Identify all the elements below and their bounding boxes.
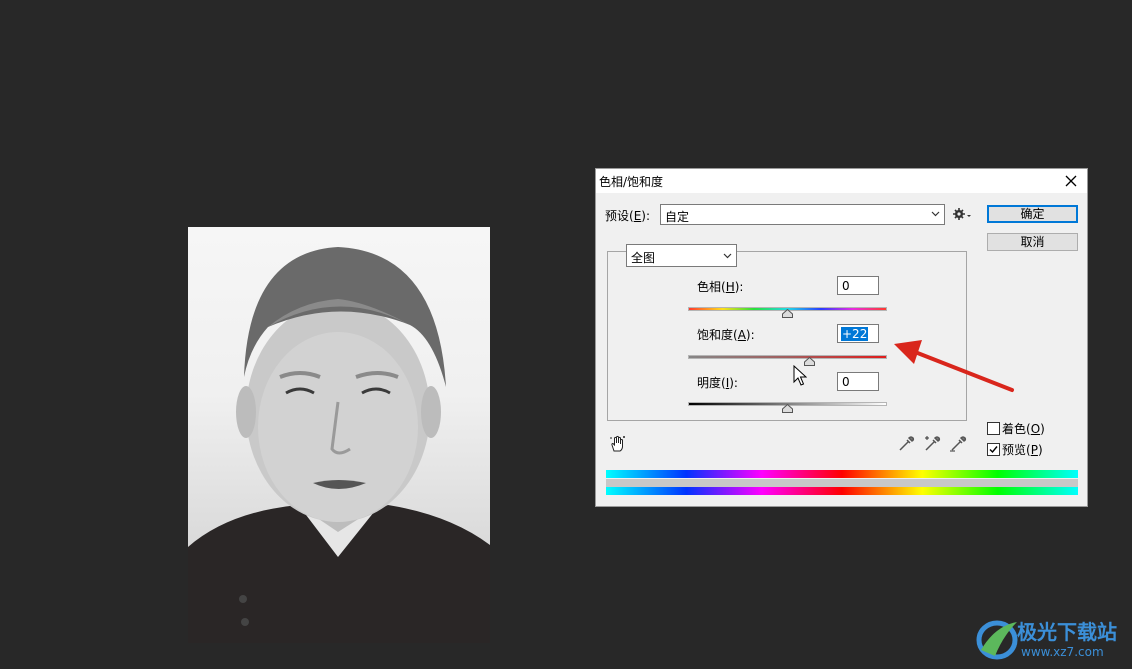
input-color-bar [606, 470, 1078, 478]
preset-value: 自定 [665, 210, 690, 224]
chevron-down-icon [723, 253, 732, 259]
chevron-down-icon [931, 211, 940, 217]
eyedropper-minus-icon[interactable] [949, 435, 967, 453]
output-color-bar [606, 487, 1078, 495]
hue-saturation-dialog: 色相/饱和度 预设(E): 自定 确定 取消 全图 色相(H): 0 饱和度(A… [595, 168, 1088, 507]
lightness-slider-thumb[interactable] [782, 404, 793, 413]
eyedropper-icon[interactable] [897, 435, 915, 453]
colorize-checkbox[interactable] [987, 422, 1000, 435]
adjustment-group [607, 251, 967, 421]
dialog-titlebar[interactable]: 色相/饱和度 [596, 169, 1087, 193]
colorize-label: 着色(O) [1002, 422, 1045, 436]
watermark: 极光下载站 www.xz7.com [975, 614, 1125, 664]
ok-button[interactable]: 确定 [987, 205, 1078, 223]
close-icon[interactable] [1061, 171, 1081, 191]
dialog-title: 色相/饱和度 [599, 175, 664, 189]
mouse-cursor-icon [793, 365, 807, 386]
color-bar-divider [606, 479, 1078, 487]
watermark-logo-icon [976, 620, 1018, 660]
hue-label: 色相(H): [697, 280, 744, 294]
saturation-slider-track[interactable] [688, 355, 887, 359]
lightness-input[interactable]: 0 [837, 372, 879, 391]
channel-value: 全图 [631, 251, 656, 265]
targeted-adjustment-hand-icon[interactable] [609, 435, 627, 453]
preset-select[interactable]: 自定 [660, 204, 945, 225]
preview-checkbox[interactable] [987, 443, 1000, 456]
saturation-input[interactable]: +22 [837, 324, 879, 343]
gear-icon[interactable] [952, 206, 972, 222]
preview-label: 预览(P) [1002, 443, 1043, 457]
cancel-button[interactable]: 取消 [987, 233, 1078, 251]
channel-select[interactable]: 全图 [626, 244, 737, 267]
hue-input[interactable]: 0 [837, 276, 879, 295]
hue-slider-thumb[interactable] [782, 309, 793, 318]
lightness-label: 明度(I): [697, 376, 738, 390]
canvas-photo [188, 227, 490, 643]
watermark-url: www.xz7.com [1021, 645, 1104, 659]
preset-label: 预设(E): [605, 209, 651, 223]
watermark-title: 极光下载站 [1017, 620, 1117, 644]
eyedropper-plus-icon[interactable] [923, 435, 941, 453]
checkmark-icon [989, 446, 998, 454]
saturation-label: 饱和度(A): [697, 328, 755, 342]
